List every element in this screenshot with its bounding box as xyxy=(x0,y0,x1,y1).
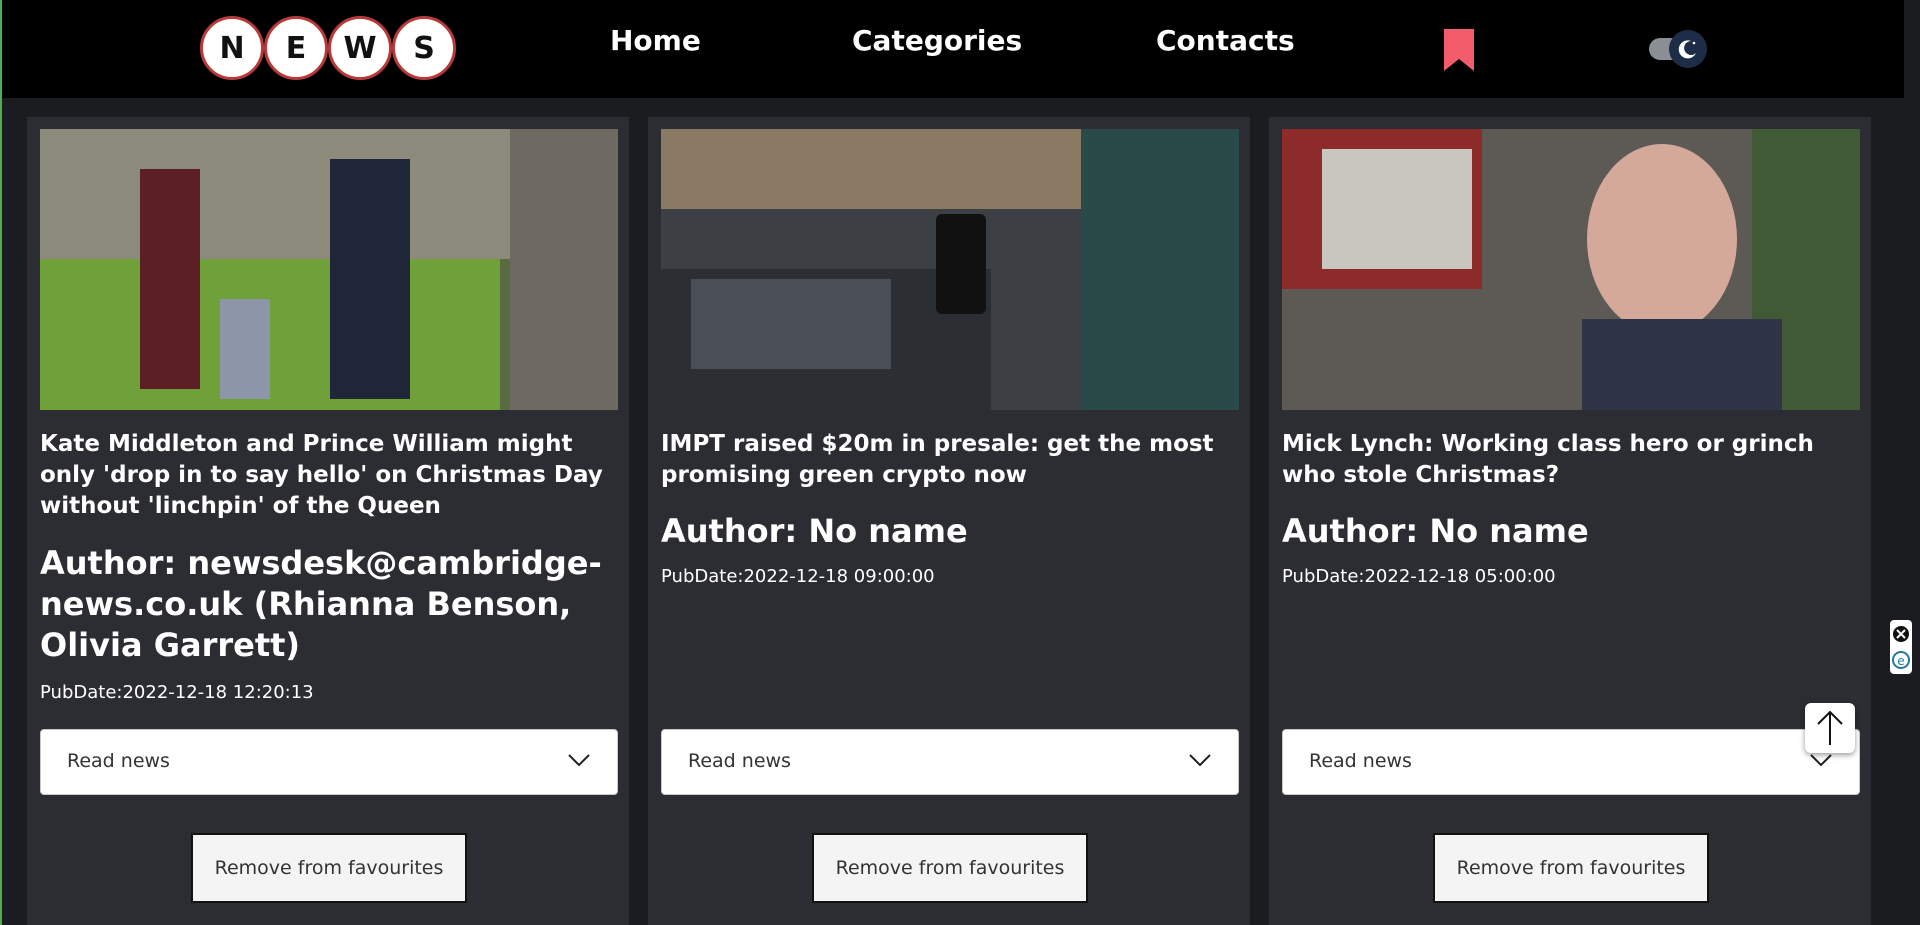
news-pubdate: PubDate:2022-12-18 12:20:13 xyxy=(40,682,314,703)
news-author: Author: No name xyxy=(661,512,968,550)
scrollbar-track[interactable] xyxy=(1904,0,1920,925)
logo-letter: N xyxy=(200,16,264,80)
arrow-up-icon[interactable] xyxy=(1805,703,1855,753)
news-pubdate: PubDate:2022-12-18 05:00:00 xyxy=(1282,566,1556,587)
read-news-dropdown[interactable]: Read news xyxy=(1282,729,1860,795)
chevron-down-icon xyxy=(1809,752,1833,772)
chevron-down-icon xyxy=(1188,752,1212,772)
news-author: Author: newsdesk@cambridge-news.co.uk (R… xyxy=(40,544,602,664)
nav-categories-link[interactable]: Categories xyxy=(852,24,1022,57)
news-card: Kate Middleton and Prince William might … xyxy=(27,117,629,925)
news-image xyxy=(1282,129,1860,410)
read-news-dropdown[interactable]: Read news xyxy=(661,729,1239,795)
chevron-down-icon xyxy=(567,752,591,772)
extension-widget[interactable]: e xyxy=(1890,620,1912,674)
read-news-dropdown[interactable]: Read news xyxy=(40,729,618,795)
news-title: IMPT raised $20m in presale: get the mos… xyxy=(661,431,1214,488)
moon-icon xyxy=(1669,30,1707,68)
page-left-edge xyxy=(0,0,2,925)
news-image xyxy=(40,129,618,410)
read-news-label: Read news xyxy=(688,750,791,772)
news-author: Author: No name xyxy=(1282,512,1589,550)
news-card: IMPT raised $20m in presale: get the mos… xyxy=(648,117,1250,925)
remove-from-favourites-button[interactable]: Remove from favourites xyxy=(812,833,1088,903)
logo-letter: S xyxy=(392,16,456,80)
news-title: Kate Middleton and Prince William might … xyxy=(40,431,603,519)
remove-from-favourites-button[interactable]: Remove from favourites xyxy=(191,833,467,903)
news-pubdate: PubDate:2022-12-18 09:00:00 xyxy=(661,566,935,587)
news-card: Mick Lynch: Working class hero or grinch… xyxy=(1269,117,1871,925)
news-logo[interactable]: N E W S xyxy=(200,16,456,81)
news-title: Mick Lynch: Working class hero or grinch… xyxy=(1282,431,1814,488)
news-image xyxy=(661,129,1239,410)
logo-letter: E xyxy=(264,16,328,80)
logo-letter: W xyxy=(328,16,392,80)
top-navbar: N E W S Home Categories Contacts xyxy=(2,0,1904,98)
theme-toggle[interactable] xyxy=(1647,30,1709,68)
remove-from-favourites-button[interactable]: Remove from favourites xyxy=(1433,833,1709,903)
read-news-label: Read news xyxy=(1309,750,1412,772)
read-news-label: Read news xyxy=(67,750,170,772)
nav-contacts-link[interactable]: Contacts xyxy=(1156,24,1295,57)
nav-home-link[interactable]: Home xyxy=(610,24,701,57)
svg-text:e: e xyxy=(1897,654,1904,668)
bookmark-icon[interactable] xyxy=(1444,29,1474,75)
